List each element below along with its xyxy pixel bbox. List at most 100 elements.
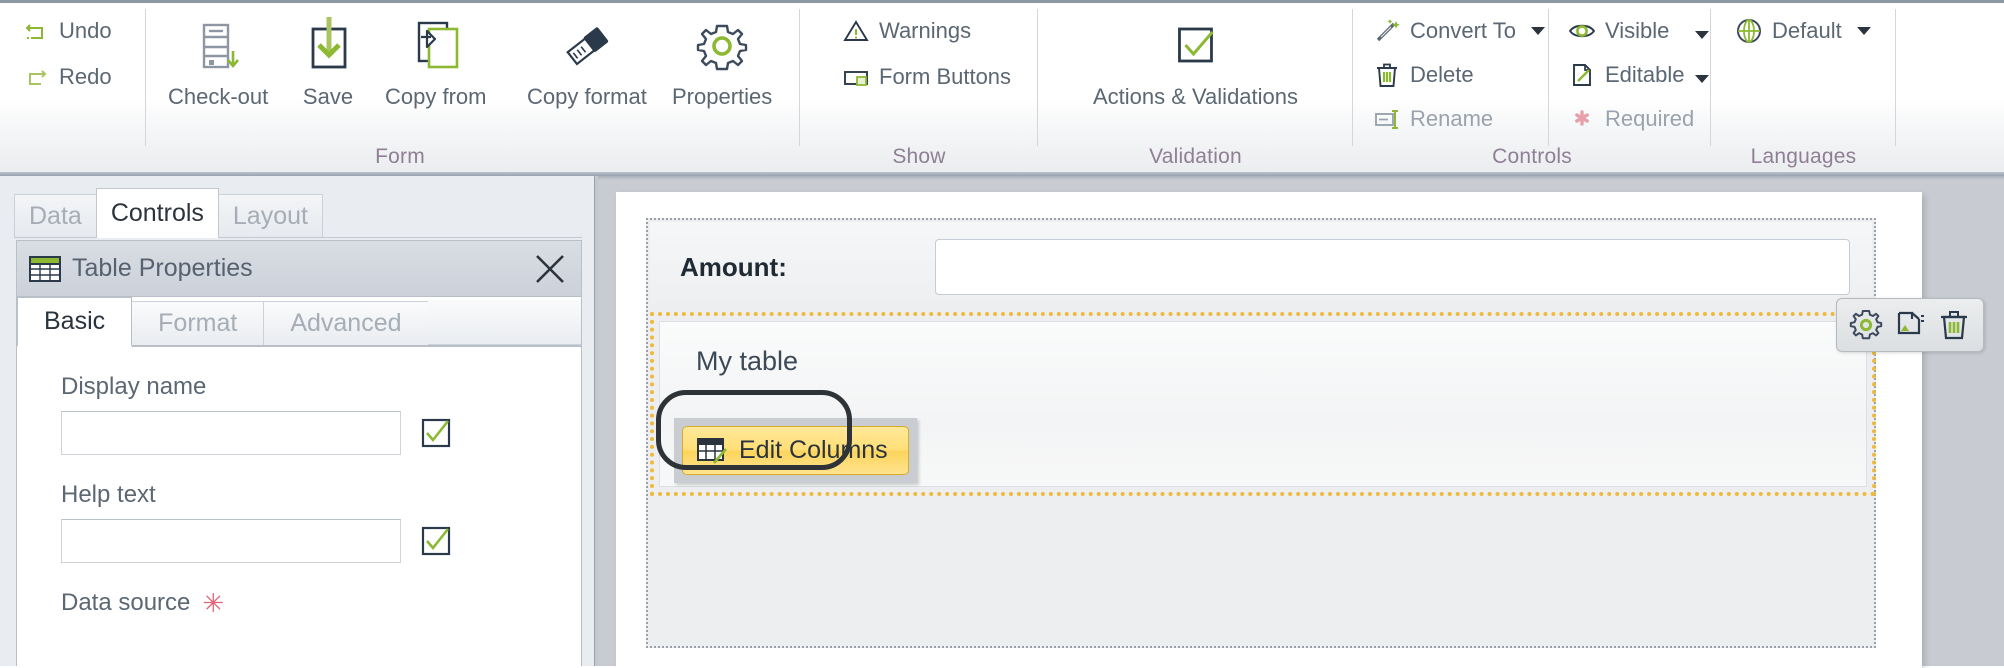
copy-from-icon	[405, 11, 467, 77]
copy-format-icon	[556, 11, 618, 77]
delete-button[interactable]: Delete	[1373, 61, 1474, 89]
tab-layout[interactable]: Layout	[217, 194, 323, 238]
actions-validations-button[interactable]: Actions & Validations	[1093, 11, 1298, 108]
display-name-row	[61, 411, 581, 455]
close-icon[interactable]	[533, 252, 567, 286]
delete-label: Delete	[1410, 62, 1474, 87]
table-properties-title: Table Properties	[72, 254, 253, 282]
help-text-row	[61, 519, 581, 563]
form-buttons-button[interactable]: Form Buttons	[842, 63, 1011, 91]
visible-button[interactable]: Visible	[1568, 17, 1669, 45]
trash-icon	[1373, 61, 1401, 89]
amount-label: Amount:	[680, 251, 787, 282]
visible-label: Visible	[1605, 18, 1670, 43]
ribbon-group-validation-label: Validation	[1149, 145, 1242, 168]
convert-to-button[interactable]: Convert To	[1373, 17, 1545, 45]
data-source-label: Data source ✳	[61, 589, 581, 617]
ribbon-group-form: Undo Redo Check-out Save Copy from Copy …	[0, 3, 800, 172]
help-text-checkbox[interactable]	[421, 526, 451, 556]
check-out-button[interactable]: Check-out	[168, 11, 268, 108]
table-properties-panel: Table Properties Basic Format Advanced D…	[16, 240, 582, 666]
rename-button[interactable]: Rename	[1373, 105, 1493, 133]
canvas-top-shadow	[598, 176, 2004, 180]
form-section[interactable]: Amount: My table Edit Columns	[646, 218, 1984, 648]
form-buttons-icon	[842, 63, 870, 91]
table-title: My table	[696, 346, 799, 376]
redo-icon	[22, 63, 50, 91]
eye-icon	[1568, 17, 1596, 45]
help-text-input[interactable]	[61, 519, 401, 563]
subtab-advanced[interactable]: Advanced	[263, 301, 429, 345]
gear-icon	[691, 11, 753, 77]
group-divider	[145, 9, 146, 146]
amount-field-row: Amount:	[650, 222, 1872, 312]
help-text-label-text: Help text	[61, 481, 156, 508]
table-edit-icon	[697, 437, 727, 464]
data-source-label-text: Data source	[61, 589, 191, 616]
default-language-button[interactable]: Default	[1735, 17, 1871, 45]
visible-chevron-down-icon[interactable]	[1695, 31, 1709, 39]
subtab-format-label: Format	[158, 309, 238, 337]
trash-icon[interactable]	[1935, 306, 1973, 344]
check-out-label: Check-out	[168, 84, 269, 109]
panel-tabstrip: Data Controls Layout	[14, 188, 323, 238]
required-asterisk-icon	[1568, 105, 1596, 133]
editable-label: Editable	[1605, 62, 1685, 87]
copy-format-label: Copy format	[527, 84, 647, 109]
display-name-checkbox[interactable]	[421, 418, 451, 448]
warnings-button[interactable]: Warnings	[842, 17, 971, 45]
warnings-label: Warnings	[879, 18, 972, 43]
display-name-label: Display name	[61, 373, 581, 401]
edit-columns-label: Edit Columns	[739, 436, 888, 464]
gear-icon[interactable]	[1847, 306, 1885, 344]
form-buttons-label: Form Buttons	[879, 64, 1012, 89]
subtab-advanced-label: Advanced	[290, 309, 402, 337]
amount-input[interactable]	[935, 239, 1850, 295]
tab-data[interactable]: Data	[14, 194, 97, 238]
table-properties-header: Table Properties	[17, 241, 581, 297]
chevron-down-icon[interactable]	[1856, 27, 1871, 35]
required-button[interactable]: Required	[1568, 105, 1694, 133]
subtab-format[interactable]: Format	[131, 301, 265, 345]
properties-label: Properties	[672, 84, 773, 109]
warning-triangle-icon	[842, 17, 870, 45]
ribbon: Undo Redo Check-out Save Copy from Copy …	[0, 0, 2004, 176]
tab-layout-label: Layout	[232, 202, 308, 230]
group-divider	[1895, 9, 1896, 146]
table-control-body: My table Edit Columns	[656, 321, 1867, 487]
form-canvas-area: Amount: My table Edit Columns	[598, 176, 2004, 668]
save-icon	[297, 11, 359, 77]
copy-format-button[interactable]: Copy format	[527, 11, 647, 108]
display-name-label-text: Display name	[61, 373, 207, 400]
display-name-input[interactable]	[61, 411, 401, 455]
actions-validations-label: Actions & Validations	[1092, 84, 1299, 109]
rename-label: Rename	[1410, 106, 1494, 131]
default-language-label: Default	[1772, 18, 1842, 43]
duplicate-icon[interactable]	[1891, 306, 1929, 344]
table-icon	[29, 255, 61, 282]
undo-button[interactable]: Undo	[22, 17, 112, 45]
editable-chevron-down-icon[interactable]	[1695, 75, 1709, 83]
chevron-down-icon[interactable]	[1530, 27, 1545, 35]
ribbon-group-validation: Actions & Validations Validation	[1038, 3, 1353, 172]
control-mini-toolbar	[1836, 298, 1984, 352]
save-button[interactable]: Save	[297, 11, 359, 108]
ribbon-group-controls: Convert To Delete Rename Visible Editabl…	[1353, 3, 1711, 172]
undo-icon	[22, 17, 50, 45]
edit-columns-button[interactable]: Edit Columns	[682, 426, 909, 475]
help-text-label: Help text	[61, 481, 581, 509]
rename-icon	[1373, 105, 1401, 133]
table-control-selected[interactable]: My table Edit Columns	[650, 312, 1876, 496]
subtab-basic[interactable]: Basic	[17, 297, 133, 347]
subtab-basic-label: Basic	[44, 307, 106, 335]
properties-fields: Display name Help text Data source ✳	[17, 351, 581, 666]
editable-button[interactable]: Editable	[1568, 61, 1685, 89]
properties-button[interactable]: Properties	[672, 11, 772, 108]
redo-button[interactable]: Redo	[22, 63, 112, 91]
ribbon-group-languages: Default Languages	[1711, 3, 1896, 172]
form-sheet: Amount: My table Edit Columns	[616, 192, 1984, 668]
copy-from-button[interactable]: Copy from	[385, 11, 486, 108]
magic-wand-icon	[1373, 17, 1401, 45]
ribbon-group-controls-label: Controls	[1492, 145, 1572, 168]
tab-controls[interactable]: Controls	[95, 188, 219, 238]
